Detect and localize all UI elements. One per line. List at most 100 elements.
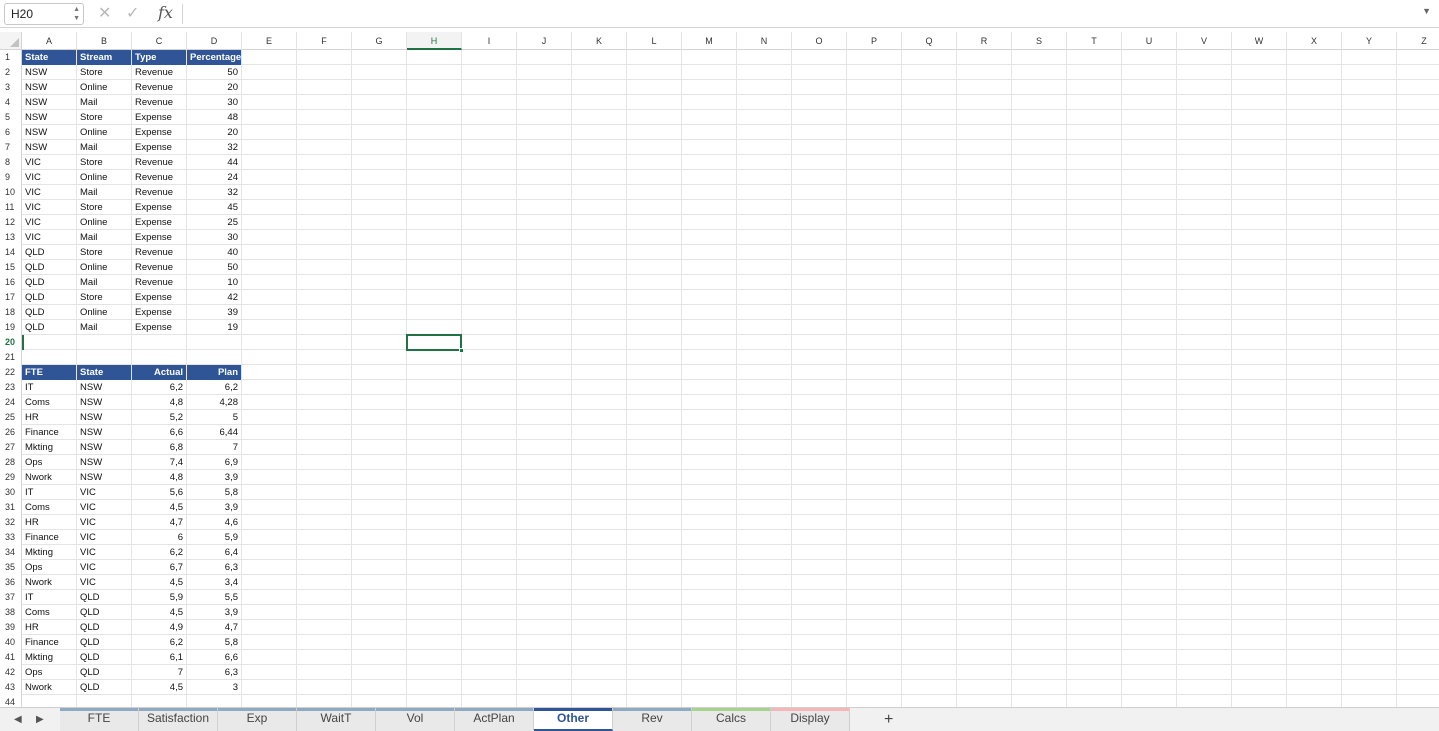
cell-a35[interactable]: Ops: [22, 560, 76, 575]
name-box[interactable]: H20 ▲ ▼: [4, 3, 84, 25]
cell-a29[interactable]: Nwork: [22, 470, 76, 485]
cell-d13[interactable]: 30: [187, 230, 241, 245]
cell-c39[interactable]: 4,9: [132, 620, 186, 635]
cell-a14[interactable]: QLD: [22, 245, 76, 260]
prev-sheet-icon[interactable]: ◀: [14, 713, 22, 727]
cell-c19[interactable]: Expense: [132, 320, 186, 335]
row-header-33[interactable]: 33: [0, 530, 22, 545]
cell-a12[interactable]: VIC: [22, 215, 76, 230]
cell-b39[interactable]: QLD: [77, 620, 131, 635]
cell-b30[interactable]: VIC: [77, 485, 131, 500]
column-header-b[interactable]: B: [77, 32, 132, 50]
row-header-4[interactable]: 4: [0, 95, 22, 110]
cell-a27[interactable]: Mkting: [22, 440, 76, 455]
cell-d15[interactable]: 50: [187, 260, 241, 275]
cell-c25[interactable]: 5,2: [132, 410, 186, 425]
cell-a37[interactable]: IT: [22, 590, 76, 605]
row-header-5[interactable]: 5: [0, 110, 22, 125]
cell-b18[interactable]: Online: [77, 305, 131, 320]
cell-c37[interactable]: 5,9: [132, 590, 186, 605]
cell-c35[interactable]: 6,7: [132, 560, 186, 575]
column-header-w[interactable]: W: [1232, 32, 1287, 50]
cell-d28[interactable]: 6,9: [187, 455, 241, 470]
row-header-16[interactable]: 16: [0, 275, 22, 290]
cell-b3[interactable]: Online: [77, 80, 131, 95]
cell-c18[interactable]: Expense: [132, 305, 186, 320]
cell-c32[interactable]: 4,7: [132, 515, 186, 530]
cancel-icon[interactable]: ✕: [98, 4, 111, 24]
column-header-u[interactable]: U: [1122, 32, 1177, 50]
cell-d18[interactable]: 39: [187, 305, 241, 320]
cell-d3[interactable]: 20: [187, 80, 241, 95]
cell-d35[interactable]: 6,3: [187, 560, 241, 575]
cell-d2[interactable]: 50: [187, 65, 241, 80]
row-header-2[interactable]: 2: [0, 65, 22, 80]
cell-a1[interactable]: State: [22, 50, 76, 65]
row-header-10[interactable]: 10: [0, 185, 22, 200]
cell-b23[interactable]: NSW: [77, 380, 131, 395]
cell-a24[interactable]: Coms: [22, 395, 76, 410]
cell-d10[interactable]: 32: [187, 185, 241, 200]
fill-handle[interactable]: [459, 348, 464, 353]
cell-c14[interactable]: Revenue: [132, 245, 186, 260]
cell-c40[interactable]: 6,2: [132, 635, 186, 650]
row-header-20[interactable]: 20: [0, 335, 22, 350]
cell-b22[interactable]: State: [77, 365, 131, 380]
cell-d42[interactable]: 6,3: [187, 665, 241, 680]
cell-b1[interactable]: Stream: [77, 50, 131, 65]
add-sheet-button[interactable]: +: [884, 710, 893, 730]
row-header-28[interactable]: 28: [0, 455, 22, 470]
cell-c22[interactable]: Actual: [132, 365, 186, 380]
row-header-44[interactable]: 44: [0, 695, 22, 707]
cell-b11[interactable]: Store: [77, 200, 131, 215]
cell-c9[interactable]: Revenue: [132, 170, 186, 185]
cell-c30[interactable]: 5,6: [132, 485, 186, 500]
cell-a43[interactable]: Nwork: [22, 680, 76, 695]
cell-d40[interactable]: 5,8: [187, 635, 241, 650]
cell-d36[interactable]: 3,4: [187, 575, 241, 590]
cell-c2[interactable]: Revenue: [132, 65, 186, 80]
cell-b8[interactable]: Store: [77, 155, 131, 170]
next-sheet-icon[interactable]: ▶: [36, 713, 44, 727]
cell-b43[interactable]: QLD: [77, 680, 131, 695]
cell-a31[interactable]: Coms: [22, 500, 76, 515]
cell-d17[interactable]: 42: [187, 290, 241, 305]
cell-a34[interactable]: Mkting: [22, 545, 76, 560]
cell-d1[interactable]: Percentage: [187, 50, 241, 65]
row-header-39[interactable]: 39: [0, 620, 22, 635]
cell-a42[interactable]: Ops: [22, 665, 76, 680]
cell-c26[interactable]: 6,6: [132, 425, 186, 440]
cell-c16[interactable]: Revenue: [132, 275, 186, 290]
cell-a19[interactable]: QLD: [22, 320, 76, 335]
cell-c6[interactable]: Expense: [132, 125, 186, 140]
cell-a6[interactable]: NSW: [22, 125, 76, 140]
selected-cell[interactable]: [406, 334, 464, 353]
cell-d12[interactable]: 25: [187, 215, 241, 230]
row-header-21[interactable]: 21: [0, 350, 22, 365]
cell-a32[interactable]: HR: [22, 515, 76, 530]
cell-b9[interactable]: Online: [77, 170, 131, 185]
cell-b2[interactable]: Store: [77, 65, 131, 80]
cell-a18[interactable]: QLD: [22, 305, 76, 320]
cell-d22[interactable]: Plan: [187, 365, 241, 380]
row-header-11[interactable]: 11: [0, 200, 22, 215]
cell-b27[interactable]: NSW: [77, 440, 131, 455]
cell-c41[interactable]: 6,1: [132, 650, 186, 665]
row-header-40[interactable]: 40: [0, 635, 22, 650]
cell-b38[interactable]: QLD: [77, 605, 131, 620]
row-header-36[interactable]: 36: [0, 575, 22, 590]
row-header-25[interactable]: 25: [0, 410, 22, 425]
cell-a4[interactable]: NSW: [22, 95, 76, 110]
row-header-26[interactable]: 26: [0, 425, 22, 440]
column-header-l[interactable]: L: [627, 32, 682, 50]
column-header-f[interactable]: F: [297, 32, 352, 50]
row-header-15[interactable]: 15: [0, 260, 22, 275]
cell-c24[interactable]: 4,8: [132, 395, 186, 410]
cell-a40[interactable]: Finance: [22, 635, 76, 650]
column-header-d[interactable]: D: [187, 32, 242, 50]
cell-d7[interactable]: 32: [187, 140, 241, 155]
row-header-35[interactable]: 35: [0, 560, 22, 575]
cell-d26[interactable]: 6,44: [187, 425, 241, 440]
cell-a30[interactable]: IT: [22, 485, 76, 500]
tab-satisfaction[interactable]: Satisfaction: [139, 708, 218, 731]
